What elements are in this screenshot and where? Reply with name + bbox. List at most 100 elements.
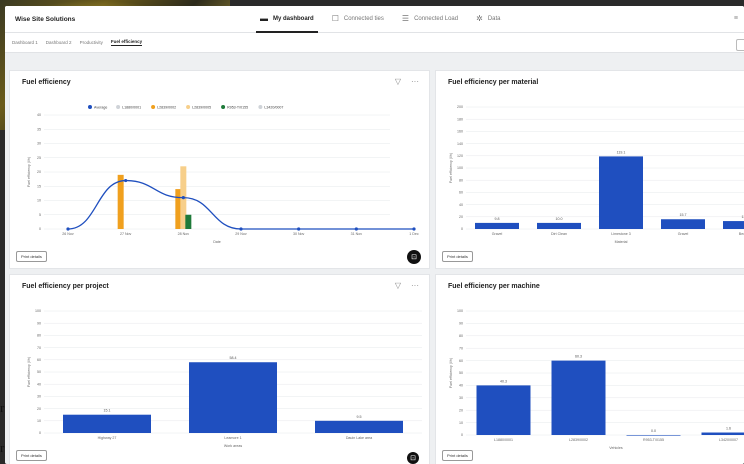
expand-icon[interactable]: ⊡ <box>407 250 421 264</box>
breadcrumb-item[interactable]: Dashboard 1 <box>12 40 38 45</box>
data-label: 9.8 <box>495 217 500 221</box>
legend-swatch <box>221 105 226 109</box>
y-tick-label: 120 <box>457 154 463 158</box>
app-window: Wise Site Solutions ▬ My dashboard ☐ Connec… <box>5 6 744 464</box>
nav-item-1[interactable]: ☐ Connected ties <box>332 6 384 33</box>
data-label: 40.3 <box>500 379 507 383</box>
legend-swatch <box>186 105 191 109</box>
panel-per-project: Fuel efficiency per project ▽ ··· 0 10 20 3… <box>9 274 430 464</box>
y-tick-label: 60 <box>459 359 463 363</box>
y-tick-label: 180 <box>457 117 463 121</box>
bar-L2839/0002 <box>117 174 124 229</box>
nav-item-label: Connected Load <box>414 16 459 22</box>
legend-label: L2839/0005 <box>192 105 211 109</box>
brand-name: Wise Site Solutions <box>15 15 76 23</box>
breadcrumb-item[interactable]: Dashboard 2 <box>46 40 72 45</box>
y-tick-label: 35 <box>37 127 41 131</box>
legend-swatch <box>151 105 156 109</box>
y-tick-label: 80 <box>37 334 41 338</box>
bar <box>315 420 403 433</box>
y-tick-label: 100 <box>457 309 463 313</box>
line-point <box>412 227 416 231</box>
line-point <box>354 227 358 231</box>
y-tick-label: 60 <box>459 191 463 195</box>
data-label: 15.1 <box>104 409 111 413</box>
menu-icon[interactable]: ≡ <box>734 15 738 22</box>
x-tick-label: Highway 27 <box>98 436 117 440</box>
bar <box>723 221 744 229</box>
y-tick-label: 100 <box>457 166 463 170</box>
x-tick-label: Dauin Lake area <box>346 436 372 440</box>
x-tick-label: R953-T/0155 <box>643 438 664 442</box>
print-details-button[interactable]: Print details <box>16 251 47 262</box>
y-axis-label: Fuel efficiency (l/h) <box>27 357 31 387</box>
y-tick-label: 0 <box>461 227 463 231</box>
y-tick-label: 40 <box>37 382 41 386</box>
nav-item-3[interactable]: ✲ Data <box>476 6 500 33</box>
legend-label: L3420/0007 <box>264 105 283 109</box>
x-tick-label: 26 Nov <box>62 232 74 236</box>
nav-item-2[interactable]: ☰ Connected Load <box>402 6 458 33</box>
nav-item-0[interactable]: ▬ My dashboard <box>256 6 318 33</box>
breadcrumb: Dashboard 1 Dashboard 2 Productivity Fuel e… <box>5 33 744 53</box>
top-nav: ▬ My dashboard ☐ Connected ties ☰ Connected L… <box>256 6 501 33</box>
y-tick-label: 40 <box>37 113 41 117</box>
x-tick-label: 29 Nov <box>235 232 247 236</box>
print-details-button[interactable]: Print details <box>442 450 473 461</box>
x-tick-label: Gravel <box>492 232 503 236</box>
stray-glyph: r <box>0 400 5 415</box>
y-tick-label: 5 <box>39 213 41 217</box>
nav-item-label: Connected ties <box>343 16 384 22</box>
breadcrumb-item[interactable]: Fuel efficiency <box>110 39 143 46</box>
y-tick-label: 0 <box>39 227 41 231</box>
y-tick-label: 90 <box>459 322 463 326</box>
y-tick-label: 140 <box>457 142 463 146</box>
y-tick-label: 80 <box>459 178 463 182</box>
y-tick-label: 200 <box>457 105 463 109</box>
y-tick-label: 70 <box>37 346 41 350</box>
y-tick-label: 30 <box>459 396 463 400</box>
y-tick-label: 160 <box>457 130 463 134</box>
legend-label: L2839/0002 <box>157 105 176 109</box>
legend-swatch <box>116 105 121 109</box>
print-details-button[interactable]: Print details <box>16 450 47 461</box>
bar <box>551 360 606 435</box>
bar <box>701 432 744 435</box>
x-tick-label: L3420/0007 <box>719 438 738 442</box>
x-tick-label: L2839/0002 <box>569 438 588 442</box>
x-tick-label: 30 Nov <box>293 232 305 236</box>
bar-R953-T/0155 <box>185 214 192 229</box>
legend-swatch <box>258 105 263 109</box>
breadcrumb-item[interactable]: Productivity <box>80 40 103 45</box>
x-axis-label: Material <box>615 240 628 244</box>
y-tick-label: 40 <box>459 203 463 207</box>
y-tick-label: 10 <box>459 421 463 425</box>
y-tick-label: 10 <box>37 419 41 423</box>
line-point <box>181 196 185 200</box>
data-label: 10.0 <box>556 217 563 221</box>
x-axis-label: Date <box>213 240 221 244</box>
side-toggle-button[interactable] <box>736 39 744 51</box>
data-label: 58.4 <box>230 356 237 360</box>
x-tick-label: Limestone 3 <box>611 232 631 236</box>
data-label: 1.6 <box>726 427 731 431</box>
data-label: 15.7 <box>680 213 687 217</box>
per-project-chart: 0 10 20 30 40 50 60 70 80 90 100 Fuel efficiency (l… <box>27 309 422 448</box>
dashboard-icon: ▬ <box>260 14 268 23</box>
bar <box>63 414 151 433</box>
line-point <box>124 178 128 183</box>
line-point <box>297 227 301 231</box>
panel-per-machine: Fuel efficiency per machine 0 10 20 30 40 50 6… <box>435 274 744 464</box>
gear-icon: ✲ <box>476 14 483 23</box>
x-tick-label: 31 Nov <box>351 232 363 236</box>
y-tick-label: 90 <box>37 321 41 325</box>
x-tick-label: Leamore 1 <box>224 436 241 440</box>
y-tick-label: 0 <box>39 431 41 435</box>
expand-icon[interactable]: ⊡ <box>407 452 419 464</box>
legend-swatch <box>88 105 92 109</box>
print-details-button[interactable]: Print details <box>442 251 473 262</box>
y-axis-label: Fuel efficiency (l/h) <box>27 157 31 187</box>
x-tick-label: 1 Dec <box>409 232 419 236</box>
y-tick-label: 20 <box>459 215 463 219</box>
y-tick-label: 0 <box>461 433 463 437</box>
